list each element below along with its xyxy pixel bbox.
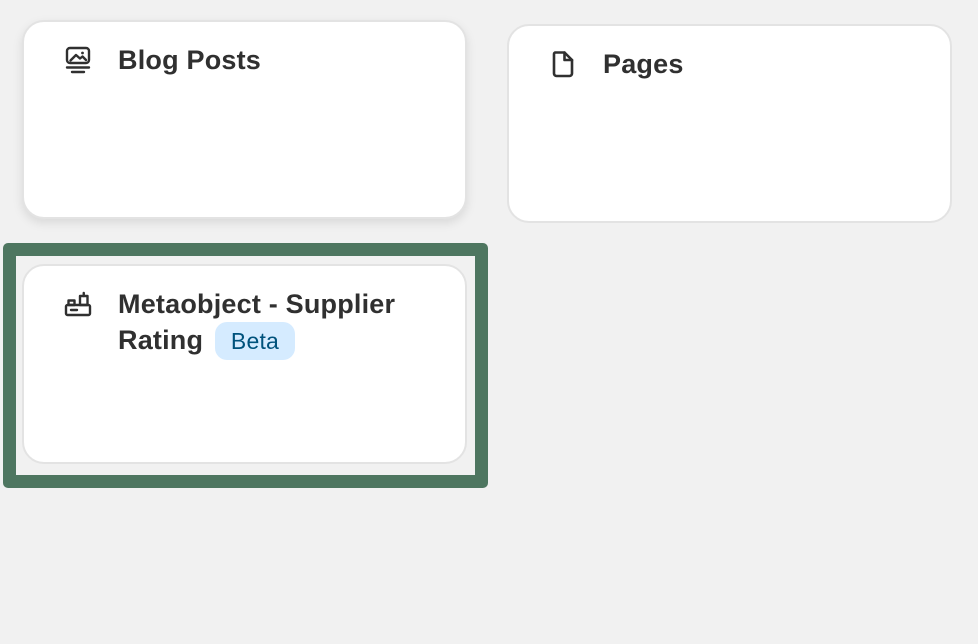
blog-posts-card[interactable]: Blog Posts [22,20,467,219]
metaobject-title: Metaobject - Supplier Rating Beta [118,286,448,361]
image-icon [63,45,93,75]
beta-badge: Beta [214,321,296,360]
metaobject-icon [63,291,93,321]
page-icon [548,49,578,79]
blog-posts-title: Blog Posts [118,45,262,75]
pages-card[interactable]: Pages [507,24,952,223]
metaobject-supplier-rating-card[interactable]: Metaobject - Supplier Rating Beta [22,264,467,464]
pages-title: Pages [603,49,684,79]
